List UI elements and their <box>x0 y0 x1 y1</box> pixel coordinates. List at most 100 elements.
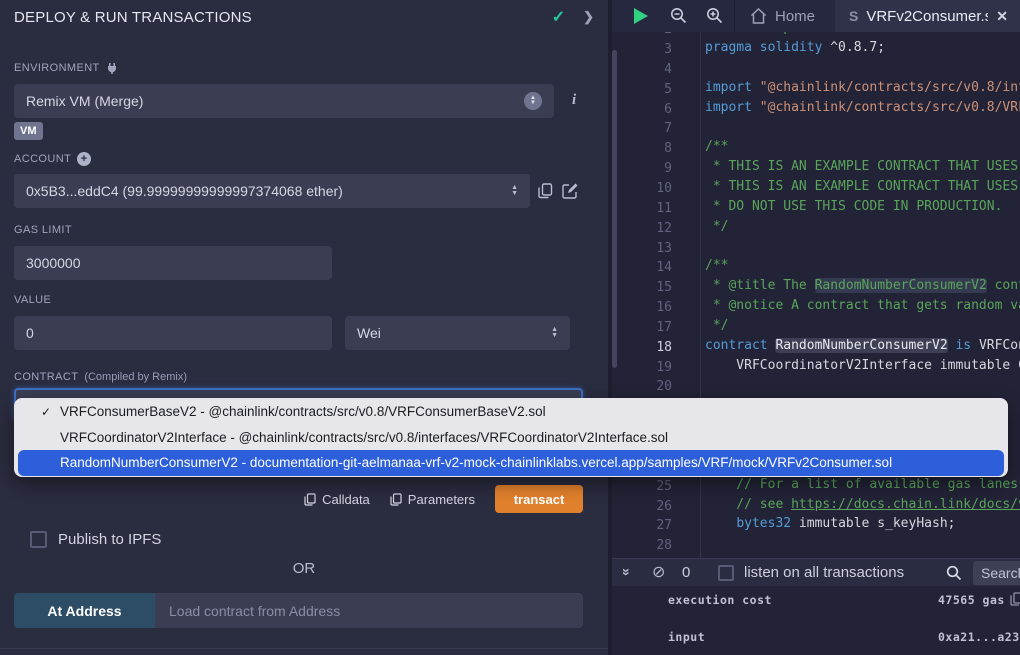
panel-scrollbar[interactable] <box>612 50 617 368</box>
vm-badge: VM <box>14 122 43 140</box>
line-number: 12 <box>612 219 672 239</box>
code-line[interactable]: VRFCoordinatorV2Interface immutable COOR… <box>705 358 1020 378</box>
add-account-icon[interactable]: + <box>77 152 91 166</box>
transact-button[interactable]: transact <box>495 485 583 513</box>
at-address-button[interactable]: At Address <box>14 593 155 628</box>
line-number: 18 <box>612 338 672 358</box>
code-line[interactable]: * @title The RandomNumberConsumerV2 cont… <box>705 278 1020 298</box>
zoom-out-icon[interactable] <box>670 7 687 24</box>
home-icon <box>750 8 767 24</box>
code-line[interactable]: import "@chainlink/contracts/src/v0.8/in… <box>705 80 1020 100</box>
close-tab-icon[interactable]: ✕ <box>996 8 1008 25</box>
pending-count: 0 <box>682 564 690 581</box>
terminal-output: execution cost47565 gasinput0xa21...a23e… <box>612 586 1020 655</box>
value-input[interactable] <box>26 325 320 341</box>
clear-console-icon[interactable]: ⊘ <box>652 562 665 582</box>
code-line[interactable]: /** <box>705 139 728 159</box>
solidity-file-icon: S <box>849 8 858 24</box>
line-number: 26 <box>612 497 672 517</box>
line-number: 4 <box>612 60 672 80</box>
zoom-in-icon[interactable] <box>706 7 723 24</box>
code-line[interactable]: pragma solidity ^0.8.7; <box>705 40 885 60</box>
contract-label: CONTRACT (Compiled by Remix) <box>14 371 187 383</box>
plug-icon <box>106 62 118 74</box>
code-line[interactable]: contract RandomNumberConsumerV2 is VRFCo… <box>705 338 1020 358</box>
remix-ide: DEPLOY & RUN TRANSACTIONS ✓ ❯ ENVIRONMEN… <box>0 0 1020 655</box>
code-line[interactable]: // For a list of available gas lanes on … <box>705 477 1020 497</box>
gutter-border <box>700 32 701 558</box>
panel-header: DEPLOY & RUN TRANSACTIONS ✓ ❯ <box>0 0 608 34</box>
at-address-input[interactable] <box>155 593 583 628</box>
value-input-wrap <box>14 316 332 350</box>
code-line[interactable]: * THIS IS AN EXAMPLE CONTRACT THAT USES … <box>705 159 1020 179</box>
code-line[interactable]: import "@chainlink/contracts/src/v0.8/VR… <box>705 100 1020 120</box>
line-number: 11 <box>612 199 672 219</box>
run-script-icon[interactable] <box>634 8 648 24</box>
collapse-terminal-icon[interactable]: » <box>619 568 635 574</box>
code-line[interactable]: bytes32 immutable s_keyHash; <box>705 516 955 536</box>
terminal-search-input[interactable] <box>973 561 1020 585</box>
line-number: 5 <box>612 80 672 100</box>
code-line[interactable]: * DO NOT USE THIS CODE IN PRODUCTION. <box>705 199 1002 219</box>
publish-ipfs-label: Publish to IPFS <box>58 531 161 548</box>
gas-limit-input[interactable] <box>26 255 320 271</box>
listen-all-label: listen on all transactions <box>744 564 904 581</box>
line-number: 10 <box>612 179 672 199</box>
environment-info-icon[interactable]: i <box>572 92 576 109</box>
contract-option[interactable]: ✓ VRFConsumerBaseV2 - @chainlink/contract… <box>14 399 1008 425</box>
line-number: 7 <box>612 119 672 139</box>
code-line[interactable]: */ <box>705 318 728 338</box>
clipboard-icon <box>390 493 402 506</box>
account-select[interactable]: 0x5B3...eddC4 (99.99999999999997374068 e… <box>14 174 530 208</box>
terminal-toolbar: » ⊘ 0 listen on all transactions <box>612 558 1020 586</box>
publish-ipfs-checkbox[interactable] <box>30 531 47 548</box>
deploy-run-panel: DEPLOY & RUN TRANSACTIONS ✓ ❯ ENVIRONMEN… <box>0 0 608 655</box>
listen-all-checkbox[interactable] <box>718 565 734 581</box>
line-number: 19 <box>612 358 672 378</box>
line-number: 8 <box>612 139 672 159</box>
contract-option-label: RandomNumberConsumerV2 - documentation-g… <box>60 455 892 470</box>
code-editor[interactable]: 2 // An example of a consumer contract th… <box>612 32 1020 558</box>
calldata-button[interactable]: Calldata <box>304 492 370 507</box>
code-line[interactable]: */ <box>705 219 728 239</box>
line-number: 9 <box>612 159 672 179</box>
code-line[interactable]: * THIS IS AN EXAMPLE CONTRACT THAT USES … <box>705 179 1020 199</box>
contract-option[interactable]: RandomNumberConsumerV2 - documentation-g… <box>18 450 1004 476</box>
code-line[interactable]: // An example of a consumer contract tha… <box>705 32 1020 40</box>
code-line[interactable]: * @notice A contract that gets random va… <box>705 298 1020 318</box>
select-arrows-icon: ▲▼ <box>524 92 542 110</box>
line-number: 2 <box>612 32 672 40</box>
copy-value-icon[interactable] <box>1010 592 1020 606</box>
collapse-panel-chevron-icon[interactable]: ❯ <box>583 9 594 25</box>
contract-option[interactable]: VRFCoordinatorV2Interface - @chainlink/c… <box>14 425 1008 451</box>
tab-home[interactable]: Home <box>736 0 829 32</box>
editor-area: Home S VRFv2Consumer.sol ✕ 2 // An exampl… <box>612 0 1020 655</box>
line-number: 25 <box>612 477 672 497</box>
code-line[interactable]: // see https://docs.chain.link/docs/vrf-… <box>705 497 1020 517</box>
at-address-row: At Address <box>14 593 583 628</box>
page-title: DEPLOY & RUN TRANSACTIONS <box>14 9 552 26</box>
copy-account-icon[interactable] <box>538 183 553 199</box>
divider <box>0 648 608 649</box>
line-number: 14 <box>612 258 672 278</box>
value-unit-select[interactable]: Wei ▲▼ <box>345 316 570 350</box>
divider <box>734 0 735 32</box>
contract-option-label: VRFConsumerBaseV2 - @chainlink/contracts… <box>60 404 546 419</box>
tab-vrfv2consumer[interactable]: S VRFv2Consumer.sol ✕ <box>835 0 1020 32</box>
or-label: OR <box>0 560 608 577</box>
terminal-row-key: input <box>668 630 705 644</box>
edit-account-icon[interactable] <box>562 183 578 199</box>
select-arrows-icon: ▲▼ <box>551 327 558 339</box>
parameters-button[interactable]: Parameters <box>390 492 475 507</box>
line-number: 17 <box>612 318 672 338</box>
check-icon: ✓ <box>41 405 51 419</box>
line-number: 13 <box>612 239 672 259</box>
value-label: VALUE <box>14 294 51 306</box>
contract-option-label: VRFCoordinatorV2Interface - @chainlink/c… <box>60 430 668 445</box>
gas-limit-input-wrap <box>14 246 332 280</box>
deploy-actions: Calldata Parameters transact <box>14 485 583 513</box>
environment-select[interactable]: Remix VM (Merge) ▲▼ <box>14 84 554 118</box>
line-number: 27 <box>612 516 672 536</box>
line-number: 15 <box>612 278 672 298</box>
code-line[interactable]: /** <box>705 258 728 278</box>
